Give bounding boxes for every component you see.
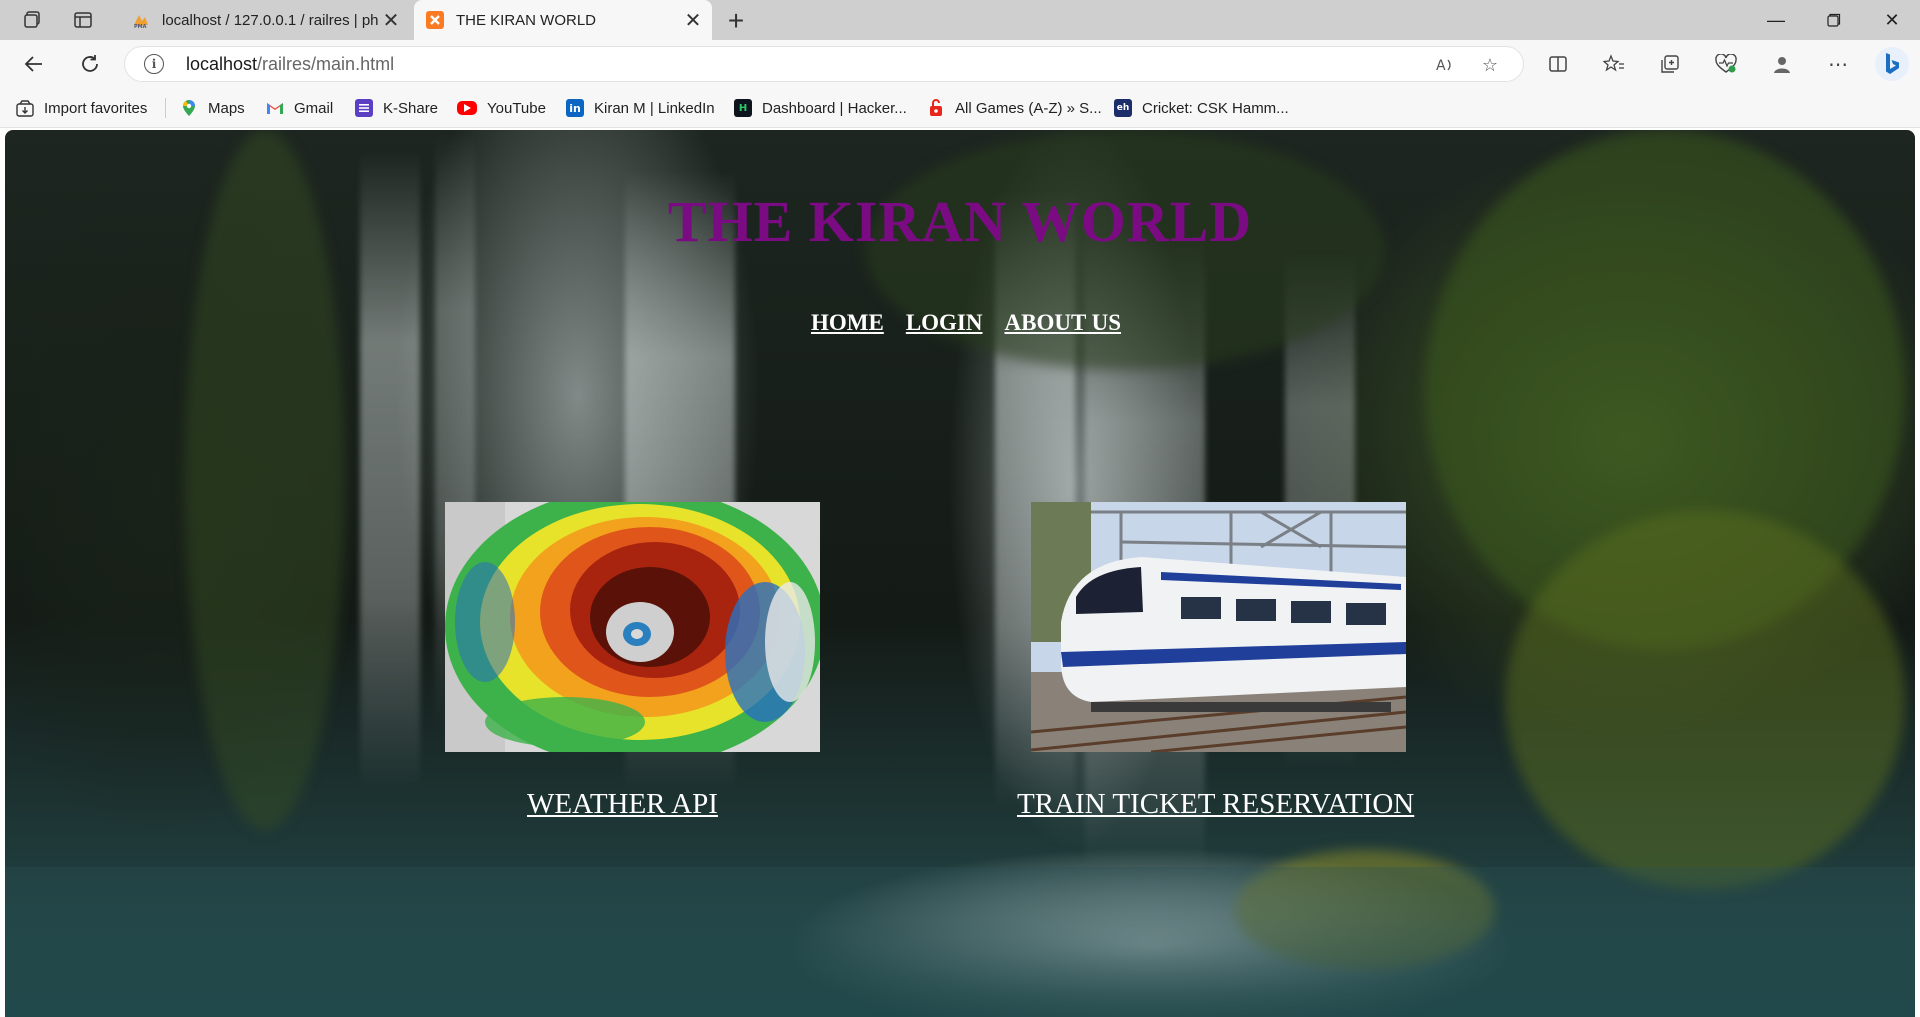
bookmark-linkedin[interactable]: in Kiran M | LinkedIn xyxy=(566,96,715,120)
youtube-icon xyxy=(457,101,477,115)
maps-icon xyxy=(180,99,198,117)
url-path: /railres/main.html xyxy=(257,54,395,74)
svg-text:A: A xyxy=(1436,58,1446,74)
bookmark-label: Cricket: CSK Hamm... xyxy=(1142,99,1289,117)
bookmark-label: Import favorites xyxy=(44,99,148,117)
bookmark-label: Gmail xyxy=(294,99,334,117)
phpmyadmin-icon: PMA xyxy=(132,11,150,30)
bookmark-label: YouTube xyxy=(487,99,546,117)
linkedin-icon: in xyxy=(566,99,584,117)
site-nav: HOME LOGIN ABOUT US xyxy=(5,310,1915,336)
window-close-icon[interactable]: ✕ xyxy=(1864,0,1920,40)
url-host: localhost xyxy=(186,54,258,74)
import-icon xyxy=(16,99,34,117)
tab-kiran-world[interactable]: THE KIRAN WORLD ✕ xyxy=(414,0,712,40)
collections-icon[interactable] xyxy=(1652,46,1688,82)
vertical-tabs-icon[interactable] xyxy=(66,4,100,36)
foliage xyxy=(1505,510,1905,890)
tab-phpmyadmin[interactable]: PMA localhost / 127.0.0.1 / railres | ph… xyxy=(120,0,410,40)
close-icon[interactable]: ✕ xyxy=(378,7,404,33)
page-title: THE KIRAN WORLD xyxy=(667,189,1253,254)
train-ticket-reservation-link[interactable]: TRAIN TICKET RESERVATION xyxy=(1017,788,1414,821)
waterfall-background xyxy=(5,130,1915,1017)
more-options-icon[interactable]: ⋯ xyxy=(1820,46,1856,82)
water-pool xyxy=(5,867,1915,1017)
back-icon[interactable] xyxy=(16,47,52,81)
restore-icon[interactable] xyxy=(1806,0,1862,40)
bookmark-import-favorites[interactable]: Import favorites xyxy=(16,96,147,120)
tab-label: THE KIRAN WORLD xyxy=(456,11,597,29)
close-icon[interactable]: ✕ xyxy=(680,7,706,33)
bookmark-label: Dashboard | Hacker... xyxy=(762,99,907,117)
nav-login-link[interactable]: LOGIN xyxy=(906,310,983,336)
split-screen-icon[interactable] xyxy=(1540,46,1576,82)
games-icon xyxy=(927,99,945,117)
bookmark-kshare[interactable]: K-Share xyxy=(355,96,438,120)
bookmark-youtube[interactable]: YouTube xyxy=(457,96,546,120)
bookmark-all-games[interactable]: All Games (A-Z) » S... xyxy=(927,96,1102,120)
xampp-icon xyxy=(426,11,444,29)
bookmark-label: Maps xyxy=(208,99,245,117)
gmail-icon xyxy=(266,99,284,117)
bookmark-label: K-Share xyxy=(383,99,439,117)
bookmarks-bar: Import favorites Maps Gmail K-Share YouT… xyxy=(0,88,1920,128)
vande-bharat-train-image[interactable] xyxy=(1031,502,1406,752)
read-aloud-icon[interactable]: A xyxy=(1434,53,1458,77)
svg-text:PMA: PMA xyxy=(134,24,147,29)
browser-titlebar: PMA localhost / 127.0.0.1 / railres | ph… xyxy=(0,0,1920,40)
bookmark-gmail[interactable]: Gmail xyxy=(266,96,333,120)
favorites-icon[interactable] xyxy=(1596,46,1632,82)
refresh-icon[interactable] xyxy=(72,47,108,81)
browser-toolbar: i localhost/railres/main.html A ☆ ⋯ xyxy=(0,40,1920,88)
bookmark-label: All Games (A-Z) » S... xyxy=(955,99,1102,117)
address-bar[interactable]: i localhost/railres/main.html A ☆ xyxy=(124,46,1524,82)
minimize-icon[interactable]: — xyxy=(1748,0,1804,40)
profile-icon[interactable] xyxy=(1764,46,1800,82)
cricket-icon: eh xyxy=(1114,99,1132,117)
tab-label: localhost / 127.0.0.1 / railres | ph xyxy=(162,11,378,29)
cyclone-satellite-image[interactable] xyxy=(445,502,820,752)
workspaces-icon[interactable] xyxy=(16,4,50,36)
bing-copilot-icon[interactable] xyxy=(1872,44,1912,84)
site-info-icon[interactable]: i xyxy=(144,54,164,74)
bookmark-maps[interactable]: Maps xyxy=(180,96,245,120)
bookmark-cricket[interactable]: eh Cricket: CSK Hamm... xyxy=(1114,96,1289,120)
browser-essentials-icon[interactable] xyxy=(1708,46,1744,82)
nav-home-link[interactable]: HOME xyxy=(811,310,884,336)
bookmark-hackerrank[interactable]: H Dashboard | Hacker... xyxy=(734,96,907,120)
new-tab-button[interactable]: + xyxy=(720,5,752,37)
favorite-star-icon[interactable]: ☆ xyxy=(1478,53,1502,77)
bookmark-label: Kiran M | LinkedIn xyxy=(594,99,715,117)
hackerrank-icon: H xyxy=(734,99,752,117)
address-url[interactable]: localhost/railres/main.html xyxy=(186,54,394,75)
weather-api-link[interactable]: WEATHER API xyxy=(527,788,718,821)
bookmarks-divider xyxy=(165,98,166,118)
page-viewport: THE KIRAN WORLD HOME LOGIN ABOUT US WEAT… xyxy=(5,130,1915,1017)
kshare-icon xyxy=(355,99,373,117)
nav-about-us-link[interactable]: ABOUT US xyxy=(1005,310,1122,336)
